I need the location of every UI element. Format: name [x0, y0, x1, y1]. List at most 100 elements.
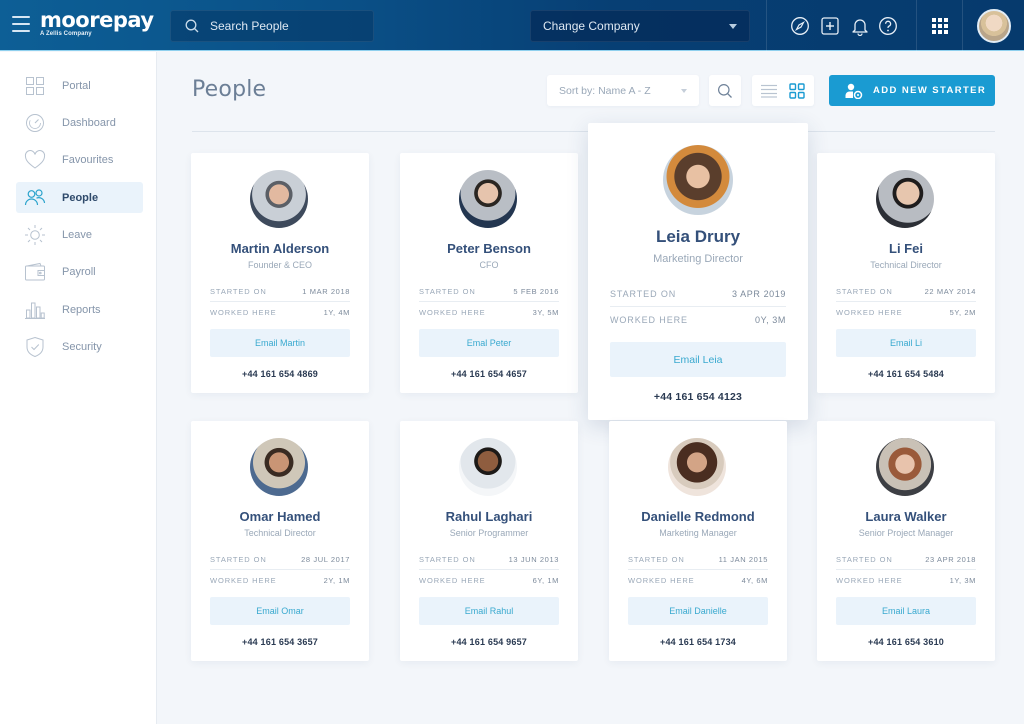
worked-here-value: 1Y, 4M: [323, 307, 350, 317]
sun-icon: [24, 224, 46, 246]
person-phone[interactable]: +44 161 654 5484: [817, 369, 995, 379]
sidebar-item-people[interactable]: People: [16, 182, 143, 213]
apps-grid-icon[interactable]: [930, 16, 950, 36]
worked-here-label: WORKED HERE: [419, 307, 486, 317]
sidebar-item-payroll[interactable]: Payroll: [16, 256, 143, 287]
email-person-button[interactable]: Email Danielle: [628, 597, 768, 625]
worked-here-label: WORKED HERE: [419, 575, 486, 585]
sidebar-item-dashboard[interactable]: Dashboard: [16, 107, 143, 138]
sidebar-item-security[interactable]: Security: [16, 331, 143, 362]
person-photo: [663, 145, 733, 215]
sidebar-item-label: Payroll: [62, 265, 96, 278]
user-avatar[interactable]: [977, 9, 1011, 43]
person-card[interactable]: Laura Walker Senior Project Manager STAR…: [817, 421, 995, 661]
search-input[interactable]: [210, 19, 360, 33]
person-card[interactable]: Martin Alderson Founder & CEO STARTED ON…: [191, 153, 369, 393]
person-phone[interactable]: +44 161 654 3610: [817, 637, 995, 647]
person-name: Laura Walker: [865, 509, 947, 524]
person-phone[interactable]: +44 161 654 1734: [609, 637, 787, 647]
person-photo: [668, 438, 726, 496]
worked-here-value: 2Y, 1M: [323, 575, 350, 585]
worked-here-row: WORKED HERE 0Y, 3M: [610, 307, 786, 332]
started-on-row: STARTED ON 11 JAN 2015: [628, 550, 768, 570]
bell-icon[interactable]: [850, 16, 870, 36]
started-on-label: STARTED ON: [610, 289, 677, 299]
person-role: Technical Director: [870, 260, 942, 270]
divider: [962, 0, 963, 51]
person-phone[interactable]: +44 161 654 3657: [191, 637, 369, 647]
sidebar-item-label: Portal: [62, 79, 91, 92]
person-name: Martin Alderson: [230, 241, 330, 256]
sidebar-item-leave[interactable]: Leave: [16, 219, 143, 250]
started-on-value: 1 MAR 2018: [302, 287, 350, 296]
worked-here-value: 4Y, 6M: [741, 575, 768, 585]
worked-here-label: WORKED HERE: [836, 307, 903, 317]
worked-here-value: 6Y, 1M: [532, 575, 559, 585]
sidebar-item-label: Dashboard: [62, 116, 116, 129]
person-card[interactable]: Leia Drury Marketing Director STARTED ON…: [588, 123, 808, 420]
wallet-icon: [24, 261, 46, 283]
hamburger-menu-icon[interactable]: [12, 16, 30, 34]
sidebar-item-portal[interactable]: Portal: [16, 70, 143, 101]
view-toggle: [752, 75, 814, 106]
email-person-button[interactable]: Email Martin: [210, 329, 350, 357]
compass-icon[interactable]: [790, 16, 810, 36]
logo[interactable]: moorepay A Zellis Company: [40, 8, 154, 38]
person-card[interactable]: Omar Hamed Technical Director STARTED ON…: [191, 421, 369, 661]
person-role: Founder & CEO: [247, 260, 313, 270]
person-name: Omar Hamed: [239, 509, 321, 524]
email-person-button[interactable]: Email Leia: [610, 342, 786, 377]
person-name: Li Fei: [889, 241, 923, 256]
started-on-row: STARTED ON 1 MAR 2018: [210, 282, 350, 302]
list-view-icon[interactable]: [761, 84, 777, 98]
change-company-select[interactable]: Change Company: [530, 10, 750, 42]
started-on-label: STARTED ON: [210, 555, 267, 564]
email-person-button[interactable]: Email Li: [836, 329, 976, 357]
worked-here-row: WORKED HERE 3Y, 5M: [419, 302, 559, 322]
started-on-row: STARTED ON 3 APR 2019: [610, 282, 786, 307]
email-person-button[interactable]: Email Omar: [210, 597, 350, 625]
started-on-label: STARTED ON: [419, 287, 476, 296]
started-on-row: STARTED ON 5 FEB 2016: [419, 282, 559, 302]
person-photo: [250, 170, 308, 228]
email-person-button[interactable]: Email Rahul: [419, 597, 559, 625]
email-person-button[interactable]: Emal Peter: [419, 329, 559, 357]
worked-here-label: WORKED HERE: [628, 575, 695, 585]
logo-text: moorepay: [40, 8, 154, 32]
chevron-down-icon: [729, 23, 737, 29]
started-on-value: 11 JAN 2015: [718, 555, 768, 564]
search-button[interactable]: [709, 75, 741, 106]
portal-grid-icon: [24, 75, 46, 97]
worked-here-value: 3Y, 5M: [532, 307, 559, 317]
add-new-starter-button[interactable]: ADD NEW STARTER: [829, 75, 995, 106]
person-card[interactable]: Rahul Laghari Senior Programmer STARTED …: [400, 421, 578, 661]
person-role: Senior Project Manager: [858, 528, 954, 538]
person-card[interactable]: Danielle Redmond Marketing Manager START…: [609, 421, 787, 661]
person-phone[interactable]: +44 161 654 4123: [588, 391, 808, 403]
sidebar-item-reports[interactable]: Reports: [16, 294, 143, 325]
person-role: Technical Director: [244, 528, 316, 538]
sidebar-item-favourites[interactable]: Favourites: [16, 144, 143, 175]
started-on-value: 28 JUL 2017: [301, 555, 350, 564]
started-on-label: STARTED ON: [419, 555, 476, 564]
started-on-row: STARTED ON 13 JUN 2013: [419, 550, 559, 570]
started-on-row: STARTED ON 28 JUL 2017: [210, 550, 350, 570]
grid-view-icon[interactable]: [789, 82, 805, 99]
person-photo: [876, 170, 934, 228]
search-box[interactable]: [170, 10, 374, 42]
sort-select[interactable]: Sort by: Name A - Z: [547, 75, 699, 106]
change-company-label: Change Company: [543, 19, 640, 33]
shield-icon: [24, 336, 46, 358]
top-bar: moorepay A Zellis Company Change Company: [0, 0, 1024, 51]
divider: [916, 0, 917, 51]
help-icon[interactable]: [878, 16, 898, 36]
email-person-button[interactable]: Email Laura: [836, 597, 976, 625]
person-card[interactable]: Li Fei Technical Director STARTED ON 22 …: [817, 153, 995, 393]
person-card[interactable]: Peter Benson CFO STARTED ON 5 FEB 2016 W…: [400, 153, 578, 393]
person-phone[interactable]: +44 161 654 9657: [400, 637, 578, 647]
person-name: Peter Benson: [447, 241, 531, 256]
add-box-icon[interactable]: [820, 16, 840, 36]
person-phone[interactable]: +44 161 654 4657: [400, 369, 578, 379]
started-on-label: STARTED ON: [836, 287, 893, 296]
person-phone[interactable]: +44 161 654 4869: [191, 369, 369, 379]
